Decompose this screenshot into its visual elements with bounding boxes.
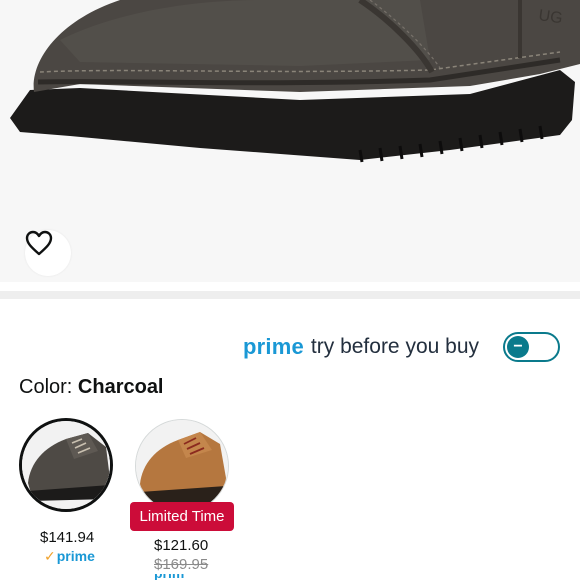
limited-time-deal-badge: Limited Time (130, 502, 234, 531)
swatch-charcoal-prime-badge: ✓prime (44, 548, 95, 565)
color-value: Charcoal (77, 376, 164, 398)
color-selection-label: Color: Charcoal (19, 376, 164, 399)
section-divider (0, 291, 580, 299)
chestnut-boot-thumbnail (136, 420, 228, 512)
swatch-chestnut[interactable] (135, 419, 229, 513)
swatch-charcoal-price: $141.94 (40, 529, 95, 546)
prime-check-icon: ✓ (44, 548, 56, 564)
product-image[interactable]: UG (0, 0, 580, 282)
prime-logo: prime (242, 334, 304, 359)
swatch-charcoal[interactable] (19, 418, 113, 512)
toggle-knob-minus-icon: − (507, 336, 529, 358)
swatch-chestnut-list-price: $169.95 (154, 556, 209, 573)
swatch-chestnut-prime-badge-partial: prime (154, 574, 184, 580)
prime-try-before-you-buy: prime try before you buy − (243, 330, 560, 364)
boot-image: UG (10, 0, 580, 163)
charcoal-boot-thumbnail (22, 421, 110, 509)
wishlist-button[interactable] (25, 230, 71, 276)
prime-label-partial: prime (154, 574, 184, 580)
heart-icon (25, 230, 53, 256)
prime-tagline: try before you buy (310, 335, 479, 358)
svg-text:UG: UG (537, 7, 563, 27)
swatch-chestnut-price: $121.60 (154, 537, 209, 554)
prime-try-toggle[interactable]: − (503, 332, 560, 362)
color-label: Color: (19, 376, 78, 398)
prime-label: prime (56, 548, 95, 564)
